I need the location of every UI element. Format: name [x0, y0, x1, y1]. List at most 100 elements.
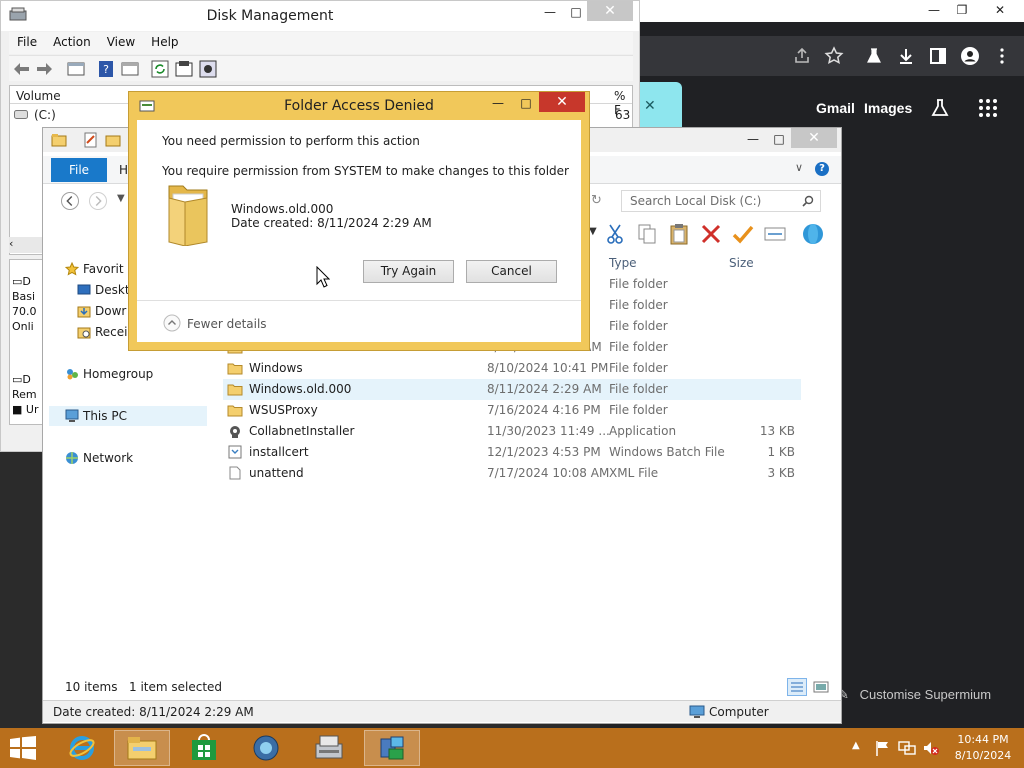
volume-percent: 63 [615, 108, 631, 122]
dialog-message-heading: You need permission to perform this acti… [162, 134, 420, 148]
back-arrow-icon[interactable] [13, 60, 31, 78]
show-hidden-icons[interactable]: ▲ [852, 740, 860, 751]
dm-scroll-left[interactable]: ‹ [9, 237, 43, 253]
paste-icon[interactable] [667, 222, 691, 246]
properties-view-icon[interactable] [763, 222, 787, 246]
dm-menu-help[interactable]: Help [143, 32, 186, 52]
dialog-maximize-button[interactable]: □ [513, 95, 539, 113]
browser-maximize-button[interactable]: ❐ [944, 0, 980, 22]
taskbar-browser[interactable] [238, 730, 294, 766]
back-button[interactable] [61, 192, 79, 210]
customise-button[interactable]: ✎ Customise Supermium [838, 680, 1018, 710]
explorer-close-button[interactable]: ✕ [791, 128, 837, 148]
tab-close-icon[interactable]: ✕ [644, 98, 656, 114]
column-size[interactable]: Size [729, 256, 754, 270]
dropdown-arrow-icon[interactable]: ▼ [589, 226, 597, 237]
dialog-minimize-button[interactable]: — [485, 95, 511, 113]
try-again-button[interactable]: Try Again [363, 260, 454, 283]
batch-file-icon [228, 445, 242, 459]
images-link[interactable]: Images [864, 100, 912, 116]
dm-menu-file[interactable]: File [9, 32, 45, 52]
system-clock[interactable]: 10:44 PM 8/10/2024 [950, 732, 1016, 764]
dm-close-button[interactable]: ✕ [587, 1, 633, 21]
file-row[interactable]: unattend 7/17/2024 10:08 AM XML File 3 KB [223, 463, 801, 484]
dm-menu-view[interactable]: View [99, 32, 143, 52]
taskbar-internet-explorer[interactable] [54, 730, 110, 766]
rename-check-icon[interactable] [731, 222, 755, 246]
labs-icon[interactable] [930, 98, 950, 118]
ribbon-expand-icon[interactable]: ∨ [795, 161, 803, 174]
taskbar: ▲ 10:44 PM 8/10/2024 [0, 728, 1024, 768]
large-folder-icon [168, 185, 208, 246]
refresh-address-icon[interactable]: ↻ [591, 193, 602, 208]
taskbar-store[interactable] [176, 730, 232, 766]
column-volume[interactable]: Volume [16, 89, 61, 103]
explorer-maximize-button[interactable]: □ [765, 131, 793, 149]
bookmark-star-icon[interactable] [824, 46, 844, 66]
file-row[interactable]: CollabnetInstaller 11/30/2023 11:49 ... Ap… [223, 421, 801, 442]
console-tree-icon[interactable] [67, 60, 85, 78]
profile-avatar-icon[interactable] [960, 46, 980, 66]
file-name: unattend [249, 466, 304, 480]
network-tray-icon[interactable] [898, 740, 916, 756]
browser-close-button[interactable]: ✕ [982, 0, 1018, 22]
unallocated-swatch: ■ [12, 403, 23, 416]
disk-settings-icon[interactable] [199, 60, 217, 78]
tab-home[interactable]: H [119, 163, 128, 177]
column-type[interactable]: Type [609, 256, 637, 270]
taskbar-file-explorer[interactable] [114, 730, 170, 766]
disk-0-label[interactable]: ▭D Basi 70.0 Onli [12, 274, 46, 334]
forward-arrow-icon[interactable] [35, 60, 53, 78]
file-row[interactable]: Windows 8/10/2024 10:41 PM File folder [223, 358, 801, 379]
dm-menubar: File Action View Help [9, 32, 633, 54]
gmail-link[interactable]: Gmail [816, 100, 855, 116]
help-book-icon[interactable]: ? [97, 60, 115, 78]
cut-icon[interactable] [603, 222, 627, 246]
volume-muted-icon[interactable] [922, 740, 940, 756]
quick-properties-icon[interactable] [83, 132, 99, 148]
delete-icon[interactable] [699, 222, 723, 246]
recent-locations-icon[interactable]: ▼ [117, 193, 125, 204]
refresh-icon[interactable] [151, 60, 169, 78]
labs-flask-icon[interactable] [864, 46, 884, 66]
taskbar-server-app[interactable] [364, 730, 420, 766]
cancel-button[interactable]: Cancel [466, 260, 557, 283]
start-windows-icon[interactable] [10, 736, 36, 760]
file-row[interactable]: installcert 12/1/2023 4:53 PM Windows Batc… [223, 442, 801, 463]
forward-button[interactable] [89, 192, 107, 210]
file-size: 1 KB [767, 445, 795, 459]
fewer-details-link[interactable]: Fewer details [187, 317, 267, 331]
browser-menu-icon[interactable] [992, 46, 1012, 66]
details-view-icon[interactable] [787, 678, 807, 696]
downloads-folder-icon [77, 306, 91, 318]
new-tab-card[interactable]: ✕ [640, 82, 682, 128]
taskbar-disk-management[interactable] [302, 730, 358, 766]
file-row[interactable]: WSUSProxy 7/16/2024 4:16 PM File folder [223, 400, 801, 421]
nav-homegroup[interactable]: Homegroup [61, 364, 219, 384]
file-type: File folder [609, 277, 668, 291]
collapse-chevron-icon[interactable] [163, 314, 181, 332]
search-box[interactable]: Search Local Disk (C:) [621, 190, 821, 212]
file-row[interactable]: Windows.old.000 8/11/2024 2:29 AM File fol… [223, 379, 801, 400]
help-icon[interactable]: ? [815, 162, 829, 176]
disk-1-label[interactable]: ▭D Rem ■ Ur [12, 372, 46, 417]
nav-this-pc[interactable]: This PC [49, 406, 207, 426]
action-center-flag-icon[interactable] [874, 740, 892, 756]
details-location: Computer [709, 705, 769, 719]
google-apps-icon[interactable] [978, 98, 998, 118]
copy-icon[interactable] [635, 222, 659, 246]
side-panel-icon[interactable] [928, 46, 948, 66]
download-icon[interactable] [896, 46, 916, 66]
quick-new-folder-icon[interactable] [105, 132, 121, 148]
show-hide-icon[interactable] [121, 60, 139, 78]
large-icons-view-icon[interactable] [811, 678, 831, 696]
tab-file[interactable]: File [51, 158, 107, 182]
share-icon[interactable] [792, 46, 812, 66]
dialog-close-button[interactable]: ✕ [539, 92, 585, 112]
properties-icon[interactable] [175, 60, 193, 78]
dm-menu-action[interactable]: Action [45, 32, 99, 52]
file-date: 11/30/2023 11:49 ... [487, 424, 610, 438]
open-globe-icon[interactable] [801, 222, 825, 246]
nav-network[interactable]: Network [61, 448, 219, 468]
explorer-minimize-button[interactable]: — [739, 131, 767, 149]
